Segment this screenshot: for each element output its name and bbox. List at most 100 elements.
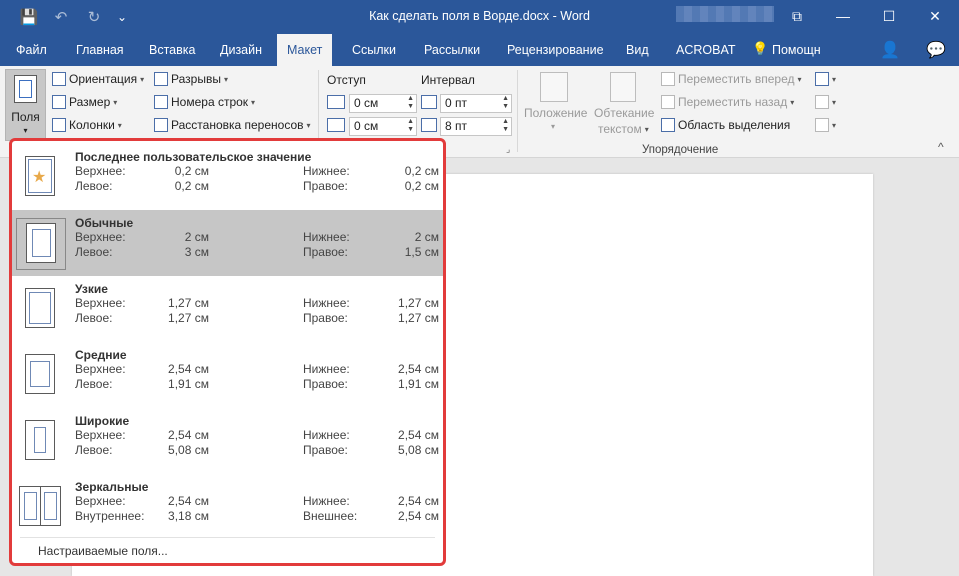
margins-button[interactable]: Поля ▾ (5, 69, 46, 141)
spinner-icon[interactable]: ▲ ▼ (407, 95, 414, 111)
lightbulb-icon[interactable]: 💡 (752, 41, 768, 57)
indent-left-value: 0 см (354, 96, 379, 110)
orientation-label: Ориентация (69, 72, 138, 86)
preset-value: 5,08 см (398, 443, 439, 457)
tab-acrobat[interactable]: ACROBAT (674, 34, 738, 66)
chevron-down-icon: ▾ (251, 97, 256, 107)
selection-pane-icon (661, 118, 675, 132)
margins-preset-mirrored[interactable]: Зеркальные Верхнее: 2,54 см Нижнее: 2,54… (12, 474, 443, 540)
line-numbers-icon (154, 95, 168, 109)
group-objects-button[interactable]: ▾ (815, 95, 836, 109)
preset-key: Верхнее: (75, 494, 126, 508)
preset-row: Левое: 1,91 см Правое: 1,91 см (75, 377, 443, 392)
share-icon[interactable]: 👤 (880, 40, 900, 60)
bring-forward-label: Переместить вперед (678, 72, 795, 86)
tab-insert[interactable]: Вставка (147, 34, 197, 66)
preset-value: 2,54 см (398, 494, 439, 508)
collapse-ribbon-icon[interactable]: ^ (938, 140, 944, 154)
line-numbers-label: Номера строк (171, 95, 249, 109)
preset-row: Левое: 0,2 см Правое: 0,2 см (75, 179, 443, 194)
preset-key: Верхнее: (75, 296, 126, 310)
maximize-button[interactable]: ☐ (866, 0, 912, 32)
line-numbers-button[interactable]: Номера строк ▾ (154, 95, 255, 109)
spacing-before-value: 0 пт (445, 96, 468, 110)
menu-divider (20, 537, 435, 538)
tab-references[interactable]: Ссылки (350, 34, 398, 66)
breaks-button[interactable]: Разрывы ▾ (154, 72, 228, 86)
margins-preset-narrow[interactable]: Узкие Верхнее: 1,27 см Нижнее: 1,27 см Л… (12, 276, 443, 342)
indent-right-input[interactable]: 0 см ▲ ▼ (349, 117, 417, 136)
paragraph-launcher-icon[interactable]: ⌟ (506, 144, 510, 155)
spinner-icon[interactable]: ▲ ▼ (502, 118, 509, 134)
tab-home[interactable]: Главная (74, 34, 126, 66)
ribbon-tabs: Файл Главная Вставка Дизайн Макет Ссылки… (0, 34, 959, 66)
ribbon-display-options-icon[interactable]: ⧉ (774, 0, 820, 32)
preset-value: 1,27 см (168, 296, 209, 310)
custom-margins-item[interactable]: Настраиваемые поля... (38, 544, 168, 558)
tab-design[interactable]: Дизайн (218, 34, 264, 66)
preset-key: Нижнее: (303, 494, 350, 508)
tab-view[interactable]: Вид (624, 34, 651, 66)
close-button[interactable]: ✕ (912, 0, 958, 32)
margins-preset-moderate[interactable]: Средние Верхнее: 2,54 см Нижнее: 2,54 см… (12, 342, 443, 408)
margins-icon (14, 75, 37, 103)
tab-review[interactable]: Рецензирование (505, 34, 606, 66)
page-margins-icon (16, 218, 66, 270)
minimize-button[interactable]: — (820, 0, 866, 32)
preset-key: Левое: (75, 179, 113, 193)
chevron-down-icon: ▾ (140, 74, 145, 84)
user-account[interactable] (676, 6, 774, 22)
preset-key: Нижнее: (303, 164, 350, 178)
columns-label: Колонки (69, 118, 115, 132)
rotate-icon (815, 118, 829, 132)
preset-key: Верхнее: (75, 362, 126, 376)
page-margins-icon (16, 350, 66, 402)
preset-key: Левое: (75, 443, 113, 457)
preset-value: 0,2 см (174, 179, 209, 193)
bring-forward-button[interactable]: Переместить вперед ▾ (661, 72, 802, 86)
spacing-after-input[interactable]: 8 пт ▲ ▼ (440, 117, 512, 136)
chevron-down-icon: ▾ (832, 120, 837, 130)
preset-key: Правое: (303, 443, 348, 457)
margins-preset-normal[interactable]: Обычные Верхнее: 2 см Нижнее: 2 см Левое… (12, 210, 443, 276)
preset-value: 2 см (184, 230, 209, 244)
preset-key: Левое: (75, 245, 113, 259)
indent-left-input[interactable]: 0 см ▲ ▼ (349, 94, 417, 113)
preset-value: 1,91 см (398, 377, 439, 391)
orientation-icon (52, 72, 66, 86)
preset-key: Нижнее: (303, 296, 350, 310)
tab-layout[interactable]: Макет (277, 34, 333, 66)
tab-tell-me[interactable]: Помощн (770, 34, 823, 66)
send-backward-button[interactable]: Переместить назад ▾ (661, 95, 794, 109)
orientation-button[interactable]: Ориентация ▾ (52, 72, 144, 86)
spacing-before-input[interactable]: 0 пт ▲ ▼ (440, 94, 512, 113)
comment-icon[interactable]: 💬 (926, 40, 946, 60)
margins-preset-wide[interactable]: Широкие Верхнее: 2,54 см Нижнее: 2,54 см… (12, 408, 443, 474)
columns-button[interactable]: Колонки ▾ (52, 118, 122, 132)
rotate-button[interactable]: ▾ (815, 118, 836, 132)
hyphenation-button[interactable]: Расстановка переносов ▾ (154, 118, 311, 132)
preset-value: 0,2 см (404, 164, 439, 178)
wrap-text-button-line2[interactable]: текстом ▾ (598, 122, 649, 136)
chevron-down-icon: ▾ (832, 74, 837, 84)
tab-mailings[interactable]: Рассылки (422, 34, 482, 66)
preset-row: Верхнее: 0,2 см Нижнее: 0,2 см (75, 164, 443, 179)
wrap-text-button[interactable]: Обтекание (594, 106, 654, 120)
spacing-before-icon (421, 95, 437, 109)
spinner-icon[interactable]: ▲ ▼ (407, 118, 414, 134)
size-button[interactable]: Размер ▾ (52, 95, 117, 109)
position-button[interactable]: Положение (524, 106, 587, 120)
tab-file[interactable]: Файл (14, 34, 49, 66)
page-margins-icon: ★ (16, 152, 66, 204)
preset-key: Правое: (303, 311, 348, 325)
wrap-text-label-2: текстом (598, 122, 642, 136)
spinner-icon[interactable]: ▲ ▼ (502, 95, 509, 111)
preset-key: Верхнее: (75, 230, 126, 244)
chevron-down-icon: ▾ (117, 120, 122, 130)
preset-value: 3,18 см (168, 509, 209, 523)
selection-pane-button[interactable]: Область выделения (661, 118, 790, 132)
align-button[interactable]: ▾ (815, 72, 836, 86)
indent-heading: Отступ (327, 73, 366, 87)
margins-preset-last-custom[interactable]: ★ Последнее пользовательское значение Ве… (12, 144, 443, 210)
wrap-text-icon (610, 72, 636, 102)
